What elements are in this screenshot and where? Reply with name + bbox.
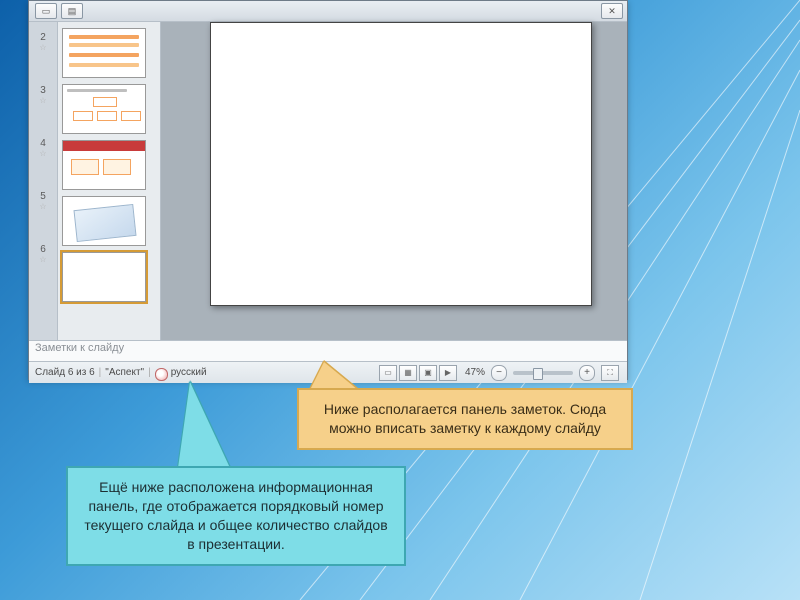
outline-tab-icon[interactable]: ▭ bbox=[35, 3, 57, 19]
notes-pane[interactable]: Заметки к слайду bbox=[29, 340, 627, 361]
callout-notes-panel: Ниже располагается панель заметок. Сюда … bbox=[297, 388, 633, 450]
star-icon: ☆ bbox=[29, 149, 57, 159]
current-slide-canvas[interactable] bbox=[210, 22, 592, 306]
callout-status-bar: Ещё ниже расположена информационная пане… bbox=[66, 466, 406, 566]
slide-thumb-3[interactable] bbox=[62, 84, 146, 134]
callout-tail-orange bbox=[310, 362, 358, 390]
language-icon[interactable] bbox=[155, 368, 168, 381]
sorter-view-button[interactable]: ▦ bbox=[399, 365, 417, 381]
slide-thumb-5[interactable] bbox=[62, 196, 146, 246]
close-pane-icon[interactable]: ✕ bbox=[601, 3, 623, 19]
normal-view-button[interactable]: ▭ bbox=[379, 365, 397, 381]
star-icon: ☆ bbox=[29, 96, 57, 106]
theme-name: "Аспект" bbox=[105, 367, 144, 378]
slide-number: 3 bbox=[29, 85, 57, 96]
thumbnails-tab-icon[interactable]: ▤ bbox=[61, 3, 83, 19]
star-icon: ☆ bbox=[29, 255, 57, 265]
slide-counter: Слайд 6 из 6 bbox=[35, 367, 95, 378]
slideshow-view-button[interactable]: ▶ bbox=[439, 365, 457, 381]
callout-tail-cyan bbox=[178, 382, 230, 468]
fit-window-button[interactable]: ⛶ bbox=[601, 365, 619, 381]
slide-number: 4 bbox=[29, 138, 57, 149]
slide-number-gutter: 2☆ 3☆ 4☆ 5☆ 6☆ bbox=[29, 22, 58, 340]
slide-thumb-4[interactable] bbox=[62, 140, 146, 190]
slide-thumb-6[interactable] bbox=[62, 252, 146, 302]
slide-thumb-2[interactable] bbox=[62, 28, 146, 78]
zoom-percent[interactable]: 47% bbox=[465, 367, 485, 378]
zoom-out-button[interactable]: − bbox=[491, 365, 507, 381]
zoom-knob[interactable] bbox=[533, 368, 543, 380]
reading-view-button[interactable]: ▣ bbox=[419, 365, 437, 381]
slide-number: 6 bbox=[29, 244, 57, 255]
slide-number: 5 bbox=[29, 191, 57, 202]
zoom-slider[interactable] bbox=[513, 371, 573, 375]
star-icon: ☆ bbox=[29, 202, 57, 212]
thumbnail-panel[interactable] bbox=[58, 22, 161, 340]
notes-placeholder: Заметки к слайду bbox=[35, 342, 124, 354]
slide-number: 2 bbox=[29, 32, 57, 43]
language-label[interactable]: русский bbox=[171, 367, 207, 378]
zoom-in-button[interactable]: + bbox=[579, 365, 595, 381]
title-bar: ▭ ▤ ✕ bbox=[29, 1, 627, 22]
star-icon: ☆ bbox=[29, 43, 57, 53]
